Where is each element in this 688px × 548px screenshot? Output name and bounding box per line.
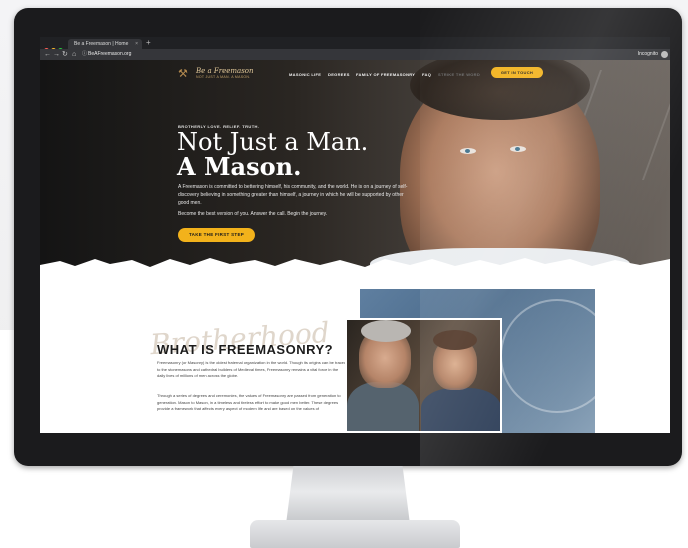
hero-title-line2: A Mason. (177, 152, 302, 181)
back-arrow-icon[interactable]: ← (44, 49, 51, 60)
apron-emblem (500, 299, 595, 413)
younger-man-hair (433, 330, 477, 350)
younger-man-body (421, 388, 500, 431)
forward-arrow-icon[interactable]: → (53, 49, 60, 60)
incognito-icon[interactable] (661, 51, 668, 58)
hero-portrait-eye-left (460, 148, 476, 154)
nav-masonic-life[interactable]: MASONIC LIFE (289, 72, 321, 77)
older-man-hair (361, 320, 411, 342)
incognito-label: Incognito (637, 51, 658, 57)
nav-degrees[interactable]: DEGREES (328, 72, 350, 77)
monitor-stand-neck (286, 466, 410, 524)
two-men-photo (345, 318, 502, 433)
square-compass-icon: ⚒ (178, 68, 188, 80)
browser-tab-bar: Be a Freemason | Home × + (40, 37, 670, 53)
new-tab-icon[interactable]: + (146, 38, 151, 48)
what-is-freemasonry-heading: WHAT IS FREEMASONRY? (157, 342, 334, 357)
logo-tagline: NOT JUST A MAN. A MASON. (196, 75, 251, 79)
about-paragraph-2: Through a series of degrees and ceremoni… (157, 393, 341, 412)
older-man-body (347, 382, 419, 431)
hero-portrait-eye-right (510, 146, 526, 152)
get-in-touch-button[interactable]: GET IN TOUCH (491, 67, 543, 78)
tab-close-icon[interactable]: × (135, 39, 138, 49)
home-icon[interactable]: ⌂ (72, 49, 76, 60)
tab-title: Be a Freemason | Home (74, 41, 129, 47)
url-field[interactable]: BeAFreemason.org (88, 49, 131, 60)
nav-family-of-freemasonry[interactable]: FAMILY OF FREEMASONRY (356, 72, 415, 77)
site-info-icon[interactable]: ⓘ (82, 49, 87, 60)
hero-title-line1: Not Just a Man. (177, 128, 369, 156)
nav-faq[interactable]: FAQ (422, 72, 431, 77)
hero-body-2: Become the best version of you. Answer t… (178, 211, 328, 217)
take-first-step-button[interactable]: TAKE THE FIRST STEP (178, 228, 255, 242)
about-paragraph-1: Freemasonry (or Masonry) is the oldest f… (157, 360, 347, 379)
monitor-stand-base (250, 520, 460, 548)
nav-strike-the-word[interactable]: STRIKE THE WORD (438, 72, 480, 77)
reload-icon[interactable]: ↻ (62, 49, 68, 60)
hero-body-1: A Freemason is committed to bettering hi… (178, 184, 408, 206)
address-bar: ← → ↻ ⌂ ⓘ BeAFreemason.org Incognito (40, 49, 670, 60)
hero-section: ⚒ Be a Freemason NOT JUST A MAN. A MASON… (40, 60, 670, 270)
browser-tab[interactable]: Be a Freemason | Home × (68, 39, 142, 49)
logo-text: Be a Freemason (196, 67, 254, 75)
torn-paper-divider (40, 258, 670, 277)
browser-screen: Be a Freemason | Home × + ← → ↻ ⌂ ⓘ BeAF… (40, 37, 670, 433)
